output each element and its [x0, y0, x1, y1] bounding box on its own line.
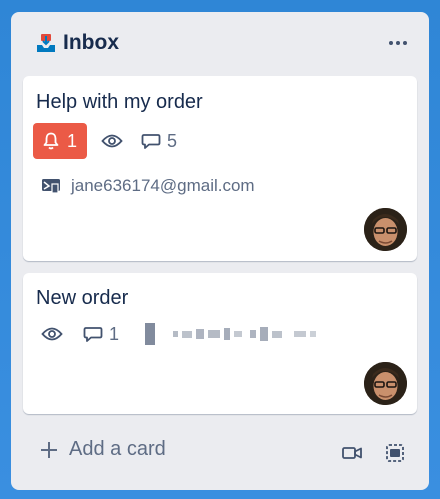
redacted-block — [208, 330, 221, 338]
card-title: New order — [36, 287, 129, 309]
redacted-text — [145, 323, 317, 345]
card-badges: 1 5 — [33, 123, 177, 159]
inbox-list: Inbox Help with my order 1 5 jane636174@… — [11, 12, 429, 490]
video-icon[interactable] — [341, 442, 363, 464]
eye-icon — [41, 327, 63, 341]
redacted-block — [294, 331, 307, 337]
more-horizontal-icon — [389, 41, 393, 45]
avatar-image — [364, 208, 407, 251]
redacted-block — [173, 331, 179, 337]
comment-count: 1 — [109, 323, 120, 344]
add-card-button[interactable]: Add a card — [39, 438, 166, 461]
email-icon — [42, 179, 60, 194]
avatar[interactable] — [364, 362, 407, 405]
notification-badge: 1 — [33, 123, 88, 159]
comment-icon — [83, 327, 103, 342]
comments-badge: 5 — [141, 131, 177, 152]
card-new-order[interactable]: New order 1 — [23, 273, 417, 414]
comment-count: 5 — [167, 130, 178, 151]
card-help-with-order[interactable]: Help with my order 1 5 jane636174@gmail.… — [23, 76, 417, 261]
card-title: Help with my order — [36, 91, 203, 113]
comments-badge: 1 — [83, 324, 119, 345]
email-row: jane636174@gmail.com — [41, 176, 255, 196]
email-address: jane636174@gmail.com — [71, 176, 255, 195]
avatar-image — [364, 362, 407, 405]
plus-icon — [41, 441, 57, 458]
redacted-block — [250, 330, 257, 338]
eye-icon — [101, 134, 123, 148]
more-options-button[interactable] — [387, 32, 409, 54]
inbox-icon — [37, 34, 55, 52]
bell-icon — [43, 132, 59, 150]
avatar[interactable] — [364, 208, 407, 251]
redacted-block — [224, 328, 231, 340]
watch-badge — [101, 133, 123, 149]
add-card-label: Add a card — [69, 438, 166, 460]
redacted-block — [182, 330, 193, 338]
card-badges: 1 — [41, 323, 317, 345]
redacted-block — [310, 331, 317, 337]
redacted-block — [234, 331, 243, 337]
more-dot — [396, 41, 400, 45]
redacted-block — [260, 327, 269, 341]
redacted-block — [145, 323, 156, 345]
redacted-block — [196, 329, 205, 339]
list-header: Inbox — [11, 12, 429, 74]
notification-count: 1 — [67, 130, 78, 151]
more-dot — [403, 41, 407, 45]
card-template-icon[interactable] — [384, 442, 406, 464]
list-title: Inbox — [63, 31, 119, 54]
redacted-block — [272, 330, 283, 338]
comment-icon — [141, 134, 161, 149]
